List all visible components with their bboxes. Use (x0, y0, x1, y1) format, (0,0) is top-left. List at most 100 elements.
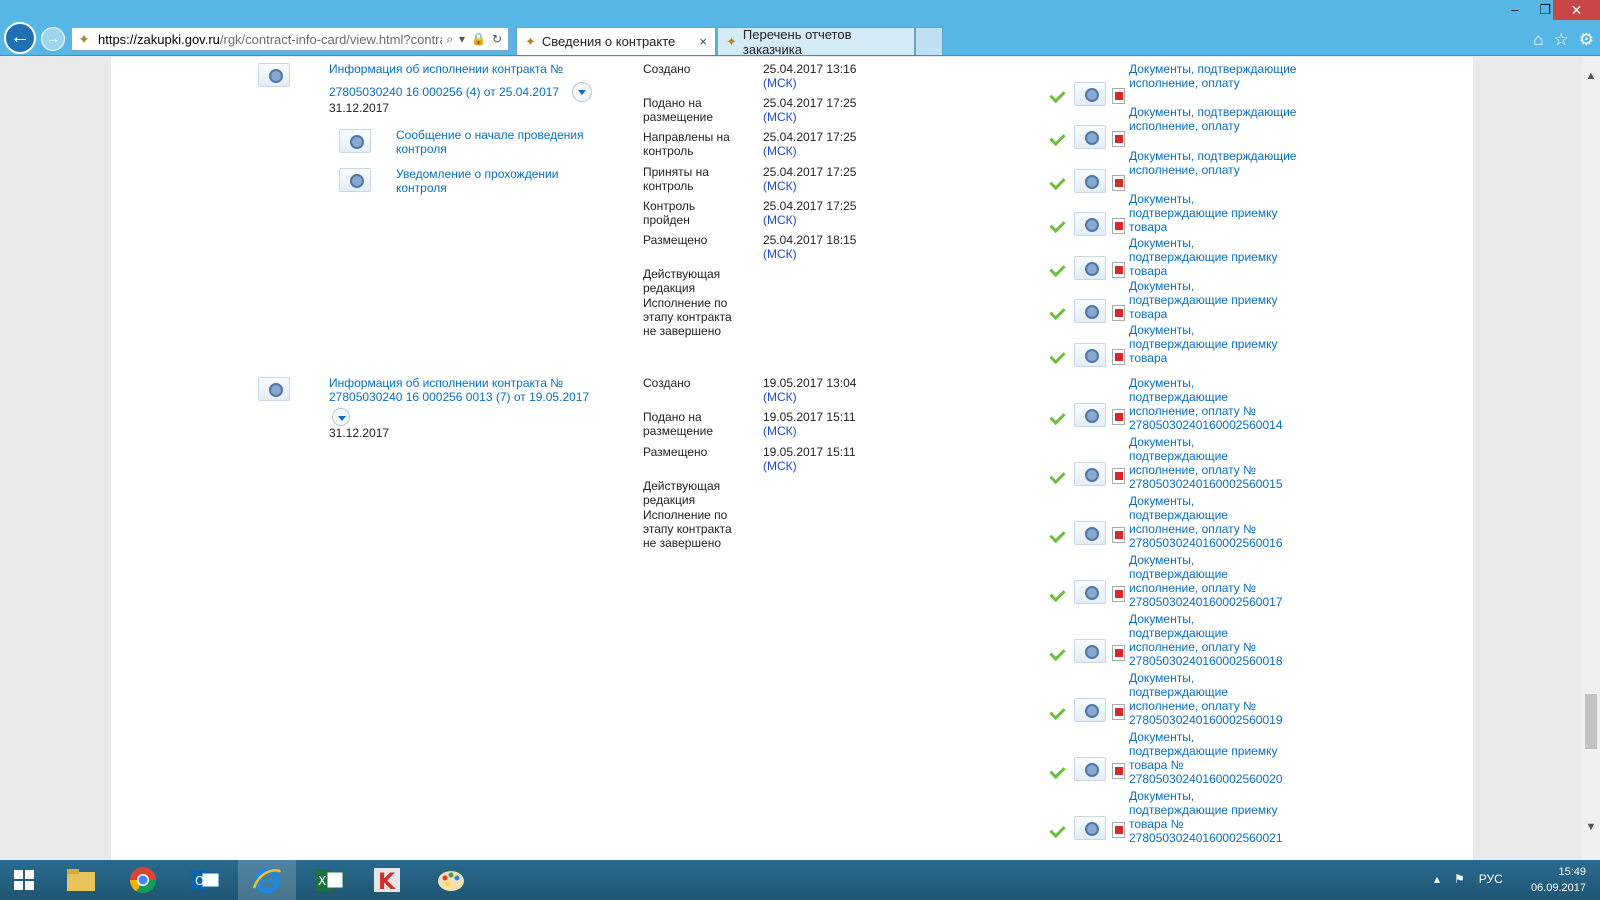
address-bar[interactable]: ✦ https://zakupki.gov.ru/rgk/contract-in… (71, 27, 509, 51)
signature-seal-icon[interactable] (1074, 82, 1106, 106)
document-link[interactable]: Документы, подтверждающие исполнение, оп… (1129, 62, 1309, 90)
control-passed-notice-link[interactable]: Уведомление о прохождении контроля (396, 167, 606, 195)
control-start-message-link[interactable]: Сообщение о начале проведения контроля (396, 128, 606, 156)
document-link[interactable]: Документы, подтверждающие приемку товара… (1129, 789, 1289, 845)
kaspersky-icon[interactable]: K (358, 860, 416, 900)
signature-seal-icon[interactable] (1074, 757, 1106, 781)
check-icon (1051, 645, 1069, 659)
pdf-icon[interactable] (1112, 349, 1125, 365)
document-link[interactable]: Документы, подтверждающие исполнение, оп… (1129, 553, 1283, 609)
status-time: 19.05.2017 13:04 (МСК) (763, 376, 857, 404)
chrome-icon[interactable] (114, 860, 172, 900)
favorites-star-icon[interactable]: ☆ (1554, 30, 1569, 50)
record-title-link[interactable]: Информация об исполнении контракта № 278… (329, 376, 609, 404)
pdf-icon[interactable] (1112, 88, 1125, 104)
pdf-icon[interactable] (1112, 175, 1125, 191)
settings-gear-icon[interactable]: ⚙ (1579, 30, 1594, 50)
document-link[interactable]: Документы, подтверждающие исполнение, оп… (1129, 149, 1309, 177)
status-label: Контроль пройден (643, 199, 696, 227)
pdf-icon[interactable] (1112, 131, 1125, 147)
action-center-flag-icon[interactable]: ⚑ (1454, 872, 1465, 886)
signature-seal-icon[interactable] (1074, 698, 1106, 722)
signature-seal-icon[interactable] (1074, 462, 1106, 486)
show-hidden-icons-chevron-icon[interactable]: ▴ (1434, 872, 1440, 886)
document-link[interactable]: Документы, подтверждающие исполнение, оп… (1129, 376, 1283, 432)
document-link[interactable]: Документы, подтверждающие исполнение, оп… (1129, 671, 1283, 727)
search-icon[interactable]: ⌕ (446, 32, 453, 47)
status-label: Размещено (643, 233, 708, 247)
document-link[interactable]: Документы, подтверждающие исполнение, оп… (1129, 612, 1283, 668)
tab-contract-info[interactable]: ✦ Сведения о контракте × (516, 27, 716, 55)
file-explorer-icon[interactable] (52, 860, 110, 900)
document-link[interactable]: Документы, подтверждающие приемку товара… (1129, 730, 1289, 786)
signature-seal-icon[interactable] (1074, 212, 1106, 236)
expand-chevron-icon[interactable] (572, 82, 592, 102)
new-tab-button[interactable] (915, 27, 943, 55)
document-link[interactable]: Документы, подтверждающие исполнение, оп… (1129, 105, 1309, 133)
expand-chevron-icon[interactable] (332, 408, 350, 426)
document-link[interactable]: Документы, подтверждающие приемку товара (1129, 192, 1289, 234)
close-window-button[interactable]: ✕ (1553, 0, 1600, 20)
pdf-icon[interactable] (1112, 468, 1125, 484)
pdf-icon[interactable] (1112, 218, 1125, 234)
scrollbar-thumb[interactable] (1585, 694, 1597, 749)
pdf-icon[interactable] (1112, 586, 1125, 602)
pdf-icon[interactable] (1112, 527, 1125, 543)
signature-seal-icon[interactable] (339, 129, 371, 153)
lock-icon[interactable]: 🔒 (471, 32, 486, 47)
pdf-icon[interactable] (1112, 262, 1125, 278)
signature-seal-icon[interactable] (258, 63, 290, 87)
vertical-scrollbar[interactable]: ▲ ▼ (1582, 57, 1600, 860)
outlook-icon[interactable]: O (176, 860, 234, 900)
excel-icon[interactable]: X (300, 860, 358, 900)
document-row: Документы, подтверждающие исполнение, оп… (1051, 376, 1351, 434)
tab-customer-reports[interactable]: ✦ Перечень отчетов заказчика (717, 27, 915, 57)
pdf-icon[interactable] (1112, 822, 1125, 838)
signature-seal-icon[interactable] (1074, 816, 1106, 840)
signature-seal-icon[interactable] (1074, 343, 1106, 367)
signature-seal-icon[interactable] (1074, 580, 1106, 604)
internet-explorer-icon[interactable] (238, 860, 296, 900)
status-time: 19.05.2017 15:11 (МСК) (763, 445, 856, 473)
refresh-icon[interactable]: ↻ (492, 32, 502, 47)
signature-seal-icon[interactable] (1074, 403, 1106, 427)
document-row: Документы, подтверждающие приемку товара… (1051, 730, 1351, 788)
url-text[interactable]: https://zakupki.gov.ru/rgk/contract-info… (98, 32, 442, 47)
system-clock[interactable]: 15:49 06.09.2017 (1531, 864, 1586, 896)
signature-seal-icon[interactable] (1074, 125, 1106, 149)
pdf-icon[interactable] (1112, 305, 1125, 321)
forward-arrow-icon[interactable]: → (41, 27, 65, 51)
document-link[interactable]: Документы, подтверждающие исполнение, оп… (1129, 494, 1283, 550)
minimize-button[interactable]: – (1500, 0, 1530, 20)
close-tab-icon[interactable]: × (699, 34, 707, 49)
document-link[interactable]: Документы, подтверждающие приемку товара (1129, 279, 1289, 321)
signature-seal-icon[interactable] (339, 168, 371, 192)
signature-seal-icon[interactable] (1074, 639, 1106, 663)
check-icon (1051, 217, 1069, 231)
paint-icon[interactable] (422, 860, 480, 900)
browser-toolbar: ← → ✦ https://zakupki.gov.ru/rgk/contrac… (0, 0, 1600, 57)
check-icon (1051, 348, 1069, 362)
pdf-icon[interactable] (1112, 645, 1125, 661)
pdf-icon[interactable] (1112, 763, 1125, 779)
signature-seal-icon[interactable] (1074, 169, 1106, 193)
signature-seal-icon[interactable] (1074, 521, 1106, 545)
windows-start-icon[interactable] (0, 860, 48, 900)
back-arrow-icon[interactable]: ← (4, 22, 36, 54)
signature-seal-icon[interactable] (258, 377, 290, 401)
signature-seal-icon[interactable] (1074, 299, 1106, 323)
record-title-link[interactable]: Информация об исполнении контракта № 278… (329, 62, 589, 99)
document-link[interactable]: Документы, подтверждающие приемку товара (1129, 236, 1289, 278)
dropdown-chevron-icon[interactable]: ▾ (459, 32, 465, 47)
home-icon[interactable]: ⌂ (1533, 30, 1543, 50)
signature-seal-icon[interactable] (1074, 256, 1106, 280)
input-language-indicator[interactable]: РУС (1479, 872, 1503, 886)
scroll-up-icon[interactable]: ▲ (1582, 67, 1600, 85)
pdf-icon[interactable] (1112, 704, 1125, 720)
document-link[interactable]: Документы, подтверждающие приемку товара (1129, 323, 1289, 365)
scroll-down-icon[interactable]: ▼ (1582, 818, 1600, 836)
svg-text:K: K (378, 870, 396, 894)
pdf-icon[interactable] (1112, 409, 1125, 425)
document-link[interactable]: Документы, подтверждающие исполнение, оп… (1129, 435, 1283, 491)
document-row: Документы, подтверждающие исполнение, оп… (1051, 671, 1351, 729)
